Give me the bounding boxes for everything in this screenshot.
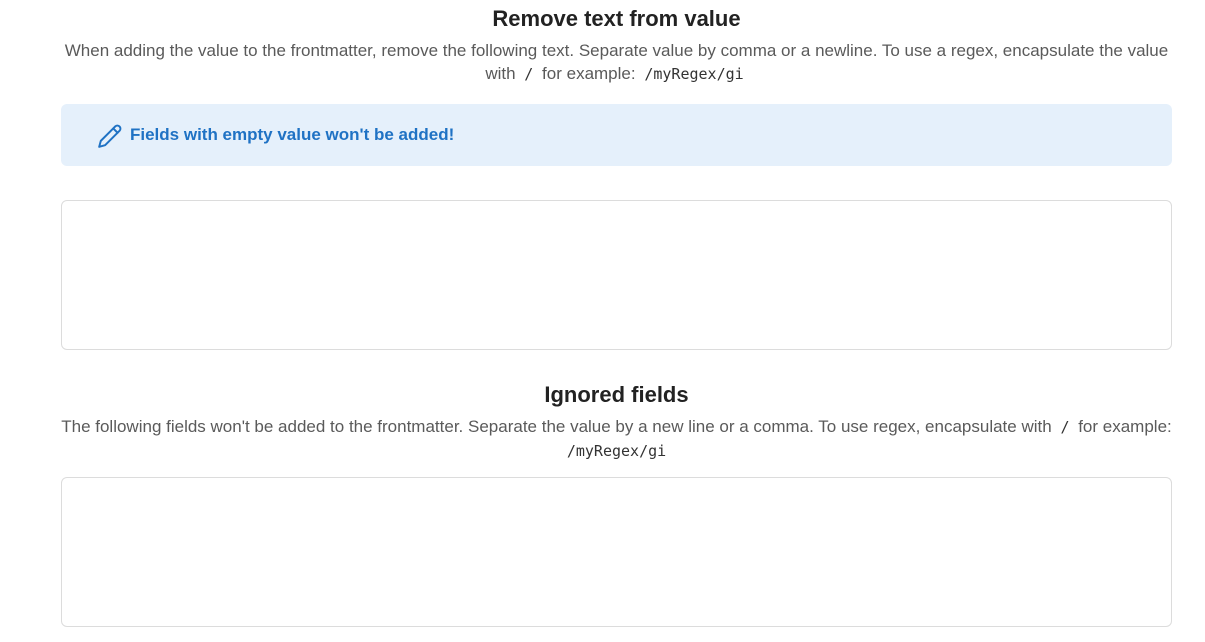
- remove-text-desc-example-label: for example:: [542, 64, 636, 83]
- empty-value-callout-text: Fields with empty value won't be added!: [130, 125, 455, 144]
- remove-text-desc-example: /myRegex/gi: [644, 65, 744, 83]
- remove-text-desc-slash: /: [524, 65, 534, 83]
- ignored-fields-textarea[interactable]: [61, 477, 1172, 627]
- ignored-fields-section: Ignored fields The following fields won'…: [61, 381, 1172, 463]
- ignored-fields-desc-example-label: for example:: [1078, 417, 1172, 436]
- remove-text-title: Remove text from value: [492, 6, 741, 31]
- remove-text-textarea[interactable]: [61, 200, 1172, 350]
- ignored-fields-title: Ignored fields: [544, 382, 689, 407]
- ignored-fields-desc-slash: /: [1060, 418, 1070, 436]
- remove-text-description: When adding the value to the frontmatter…: [51, 39, 1182, 86]
- ignored-fields-desc-text: The following fields won't be added to t…: [61, 417, 1052, 436]
- empty-value-callout: Fields with empty value won't be added!: [61, 104, 1172, 166]
- pencil-icon: [97, 123, 123, 149]
- ignored-fields-description: The following fields won't be added to t…: [51, 415, 1182, 463]
- ignored-fields-desc-example: /myRegex/gi: [566, 442, 667, 460]
- remove-text-section: Remove text from value When adding the v…: [61, 5, 1172, 86]
